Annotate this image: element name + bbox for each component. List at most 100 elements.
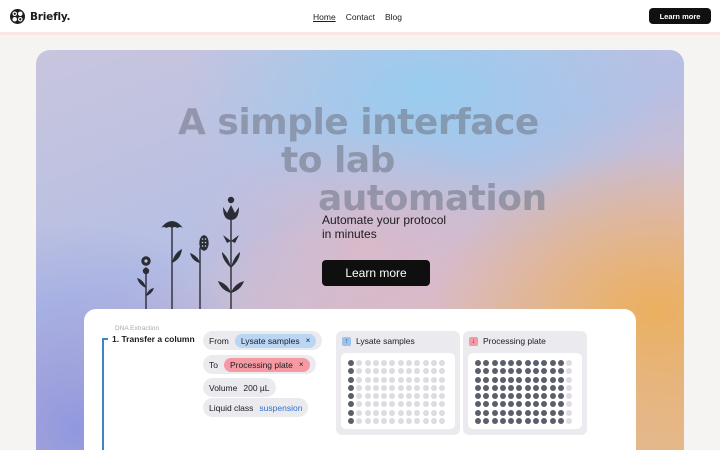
plate-well[interactable]	[533, 368, 540, 375]
plate-well[interactable]	[483, 393, 490, 400]
plate-well[interactable]	[516, 384, 523, 391]
plate-well[interactable]	[422, 401, 429, 408]
plate-well[interactable]	[414, 401, 421, 408]
plate-well[interactable]	[483, 401, 490, 408]
plate-well[interactable]	[430, 368, 437, 375]
plate-well[interactable]	[381, 384, 388, 391]
plate-well[interactable]	[372, 376, 379, 383]
plate-well[interactable]	[430, 384, 437, 391]
plate-well[interactable]	[508, 401, 515, 408]
plate-well[interactable]	[389, 409, 396, 416]
plate-well[interactable]	[566, 384, 573, 391]
plate-well[interactable]	[483, 418, 490, 425]
plate-well[interactable]	[533, 418, 540, 425]
plate-well[interactable]	[348, 376, 354, 383]
plate-well[interactable]	[541, 384, 548, 391]
plate-well[interactable]	[422, 384, 429, 391]
from-field[interactable]: From Lysate samples ×	[203, 331, 323, 350]
plate-well[interactable]	[356, 418, 363, 425]
plate-well[interactable]	[439, 401, 446, 408]
plate-well[interactable]	[397, 360, 404, 366]
plate-well[interactable]	[397, 376, 404, 383]
plate-well[interactable]	[389, 401, 396, 408]
plate-well[interactable]	[430, 376, 437, 383]
plate-well[interactable]	[348, 401, 354, 408]
plate-well[interactable]	[406, 393, 413, 400]
to-chip[interactable]: Processing plate ×	[223, 357, 310, 372]
plate-well[interactable]	[566, 376, 573, 383]
volume-field[interactable]: Volume 200 µL	[203, 378, 276, 397]
plate-well[interactable]	[430, 409, 437, 416]
plate-well[interactable]	[549, 401, 556, 408]
plate-well[interactable]	[364, 418, 371, 425]
plate-well[interactable]	[549, 384, 556, 391]
plate-well[interactable]	[491, 360, 498, 366]
plate-well[interactable]	[414, 384, 421, 391]
plate-well[interactable]	[524, 368, 531, 375]
plate-well[interactable]	[557, 368, 564, 375]
plate-well[interactable]	[475, 376, 481, 383]
plate-well[interactable]	[422, 368, 429, 375]
plate-well[interactable]	[549, 376, 556, 383]
nav-home-link[interactable]: Home	[313, 12, 336, 22]
plate-well[interactable]	[430, 393, 437, 400]
plate-well[interactable]	[406, 401, 413, 408]
plate-well[interactable]	[516, 401, 523, 408]
plate-well[interactable]	[491, 401, 498, 408]
remove-to-icon[interactable]: ×	[299, 360, 304, 369]
plate-well[interactable]	[516, 393, 523, 400]
plate-well[interactable]	[541, 376, 548, 383]
plate-well[interactable]	[499, 393, 506, 400]
plate-well[interactable]	[516, 360, 523, 366]
plate-well[interactable]	[508, 384, 515, 391]
from-chip[interactable]: Lysate samples ×	[234, 333, 317, 348]
plate-well[interactable]	[557, 360, 564, 366]
plate-well[interactable]	[524, 409, 531, 416]
plate-well[interactable]	[356, 384, 363, 391]
plate-well[interactable]	[508, 393, 515, 400]
plate-well[interactable]	[422, 360, 429, 366]
plate-well[interactable]	[491, 393, 498, 400]
plate-well[interactable]	[508, 409, 515, 416]
plate-well[interactable]	[356, 376, 363, 383]
plate-well[interactable]	[533, 393, 540, 400]
plate-well[interactable]	[499, 368, 506, 375]
plate-well[interactable]	[475, 360, 481, 366]
plate-well[interactable]	[397, 418, 404, 425]
plate-well[interactable]	[533, 376, 540, 383]
plate-well[interactable]	[533, 409, 540, 416]
plate-well[interactable]	[475, 418, 481, 425]
plate-well[interactable]	[439, 384, 446, 391]
plate-well[interactable]	[557, 376, 564, 383]
plate-well[interactable]	[549, 360, 556, 366]
plate-well[interactable]	[557, 393, 564, 400]
plate-well[interactable]	[491, 409, 498, 416]
plate-well[interactable]	[541, 360, 548, 366]
plate-well[interactable]	[381, 360, 388, 366]
plate-well[interactable]	[372, 360, 379, 366]
plate-well[interactable]	[356, 368, 363, 375]
plate-well[interactable]	[381, 409, 388, 416]
plate-well[interactable]	[491, 418, 498, 425]
plate-well[interactable]	[414, 360, 421, 366]
plate-well[interactable]	[508, 376, 515, 383]
plate-well[interactable]	[516, 409, 523, 416]
plate-well[interactable]	[557, 384, 564, 391]
plate-well[interactable]	[381, 401, 388, 408]
plate-well[interactable]	[549, 393, 556, 400]
plate-well[interactable]	[397, 384, 404, 391]
plate-well[interactable]	[397, 401, 404, 408]
plate-well[interactable]	[406, 409, 413, 416]
plate-well[interactable]	[533, 401, 540, 408]
plate-well[interactable]	[381, 418, 388, 425]
plate-well[interactable]	[414, 418, 421, 425]
plate-well[interactable]	[364, 393, 371, 400]
plate-well[interactable]	[372, 384, 379, 391]
source-plate[interactable]	[341, 353, 455, 429]
plate-well[interactable]	[541, 368, 548, 375]
remove-from-icon[interactable]: ×	[306, 336, 311, 345]
plate-well[interactable]	[364, 376, 371, 383]
plate-well[interactable]	[364, 401, 371, 408]
plate-well[interactable]	[524, 401, 531, 408]
plate-well[interactable]	[439, 376, 446, 383]
